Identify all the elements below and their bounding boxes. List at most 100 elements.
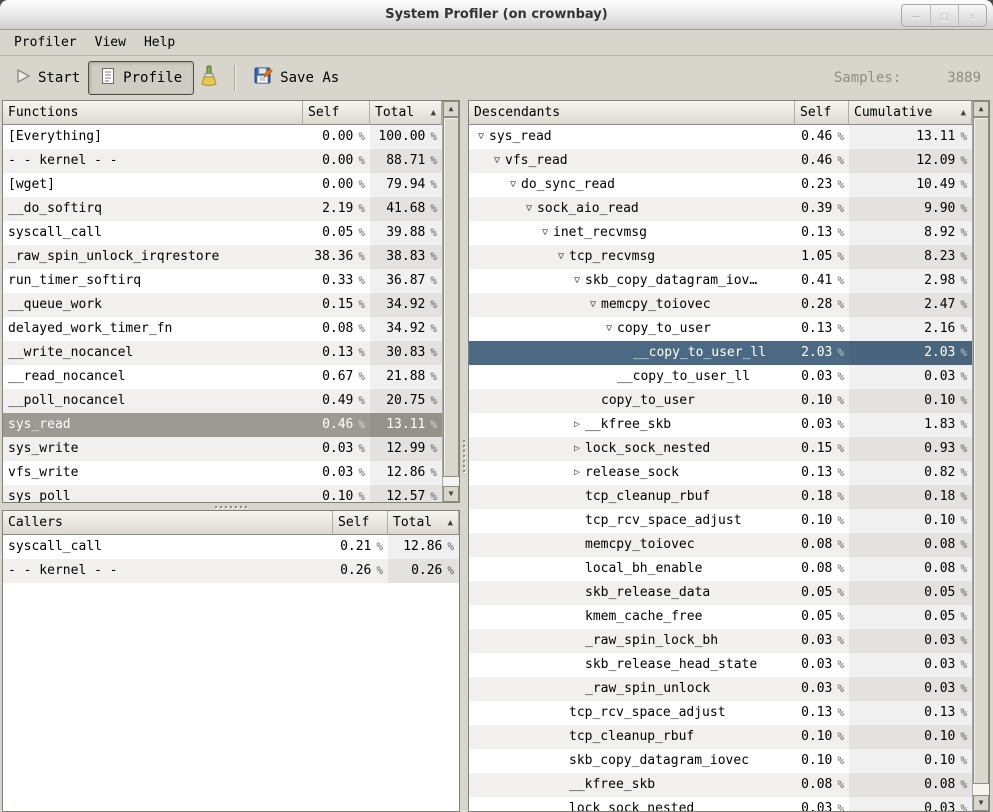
table-row[interactable]: vfs_write0.03%12.86% bbox=[3, 461, 442, 485]
table-row[interactable]: ▽tcp_recvmsg1.05%8.23% bbox=[469, 245, 972, 269]
table-row[interactable]: ▽vfs_read0.46%12.09% bbox=[469, 149, 972, 173]
self-column-header[interactable]: Self bbox=[795, 101, 849, 125]
table-row[interactable]: tcp_cleanup_rbuf0.18%0.18% bbox=[469, 485, 972, 509]
vertical-splitter[interactable] bbox=[460, 100, 468, 812]
table-row[interactable]: ▷__kfree_skb0.03%1.83% bbox=[469, 413, 972, 437]
titlebar[interactable]: System Profiler (on crownbay) – □ ✕ bbox=[0, 0, 993, 30]
table-row[interactable]: sys_read0.46%13.11% bbox=[3, 413, 442, 437]
save-as-button[interactable]: Save As bbox=[246, 60, 347, 95]
callers-column-header[interactable]: Callers bbox=[3, 511, 333, 535]
table-row[interactable]: __queue_work0.15%34.92% bbox=[3, 293, 442, 317]
table-row[interactable]: tcp_cleanup_rbuf0.10%0.10% bbox=[469, 725, 972, 749]
function-name: __queue_work bbox=[3, 293, 303, 317]
scrollbar-thumb[interactable] bbox=[443, 117, 459, 477]
percent-sign: % bbox=[353, 490, 365, 502]
scroll-up-button[interactable]: ▲ bbox=[443, 101, 459, 117]
table-row[interactable]: sys_poll0.10%12.57% bbox=[3, 485, 442, 502]
table-row[interactable]: ▽sock_aio_read0.39%9.90% bbox=[469, 197, 972, 221]
scroll-down-button[interactable]: ▼ bbox=[443, 486, 459, 502]
table-row[interactable]: __do_softirq2.19%41.68% bbox=[3, 197, 442, 221]
table-row[interactable]: ▷lock_sock_nested0.15%0.93% bbox=[469, 437, 972, 461]
table-row[interactable]: skb_release_head_state0.03%0.03% bbox=[469, 653, 972, 677]
percent-sign: % bbox=[425, 418, 437, 431]
expander-open-icon[interactable]: ▽ bbox=[473, 125, 489, 149]
scrollbar-thumb[interactable] bbox=[973, 117, 989, 784]
maximize-button[interactable]: □ bbox=[930, 5, 958, 26]
expander-open-icon[interactable]: ▽ bbox=[521, 197, 537, 221]
cumulative-column-header[interactable]: Cumulative▲ bbox=[849, 101, 972, 125]
total-column-header[interactable]: Total▲ bbox=[370, 101, 442, 125]
table-row[interactable]: _raw_spin_unlock0.03%0.03% bbox=[469, 677, 972, 701]
table-row[interactable]: ▽do_sync_read0.23%10.49% bbox=[469, 173, 972, 197]
table-row[interactable]: lock_sock_nested0.03%0.03% bbox=[469, 797, 972, 811]
table-row[interactable]: __read_nocancel0.67%21.88% bbox=[3, 365, 442, 389]
descendants-scrollbar[interactable]: ▲ ▼ bbox=[972, 101, 989, 811]
table-row[interactable]: run_timer_softirq0.33%36.87% bbox=[3, 269, 442, 293]
table-row[interactable]: local_bh_enable0.08%0.08% bbox=[469, 557, 972, 581]
self-column-header[interactable]: Self bbox=[303, 101, 370, 125]
table-row[interactable]: delayed_work_timer_fn0.08%34.92% bbox=[3, 317, 442, 341]
table-row[interactable]: ▽sys_read0.46%13.11% bbox=[469, 125, 972, 149]
table-row[interactable]: - - kernel - -0.00%88.71% bbox=[3, 149, 442, 173]
table-row[interactable]: ▽memcpy_toiovec0.28%2.47% bbox=[469, 293, 972, 317]
menu-view[interactable]: View bbox=[86, 31, 135, 54]
tree-name-cell: _raw_spin_unlock bbox=[469, 677, 795, 701]
table-row[interactable]: [wget]0.00%79.94% bbox=[3, 173, 442, 197]
table-row[interactable]: __write_nocancel0.13%30.83% bbox=[3, 341, 442, 365]
table-row[interactable]: ▽copy_to_user0.13%2.16% bbox=[469, 317, 972, 341]
total-column-header[interactable]: Total▲ bbox=[388, 511, 459, 535]
table-row[interactable]: [Everything]0.00%100.00% bbox=[3, 125, 442, 149]
expander-open-icon[interactable]: ▽ bbox=[585, 293, 601, 317]
table-row[interactable]: ▽skb_copy_datagram_iov…0.41%2.98% bbox=[469, 269, 972, 293]
percent-sign: % bbox=[832, 634, 844, 647]
expander-open-icon[interactable]: ▽ bbox=[505, 173, 521, 197]
table-row[interactable]: _raw_spin_lock_bh0.03%0.03% bbox=[469, 629, 972, 653]
function-name: [Everything] bbox=[3, 125, 303, 149]
expander-closed-icon[interactable]: ▷ bbox=[569, 461, 585, 485]
percent-sign: % bbox=[955, 202, 967, 215]
functions-scrollbar[interactable]: ▲ ▼ bbox=[442, 101, 459, 502]
expander-open-icon[interactable]: ▽ bbox=[601, 317, 617, 341]
table-row[interactable]: __copy_to_user_ll2.03%2.03% bbox=[469, 341, 972, 365]
table-row[interactable]: __copy_to_user_ll0.03%0.03% bbox=[469, 365, 972, 389]
table-row[interactable]: memcpy_toiovec0.08%0.08% bbox=[469, 533, 972, 557]
horizontal-splitter[interactable] bbox=[2, 503, 460, 510]
expander-open-icon[interactable]: ▽ bbox=[489, 149, 505, 173]
table-row[interactable]: skb_copy_datagram_iovec0.10%0.10% bbox=[469, 749, 972, 773]
table-row[interactable]: __kfree_skb0.08%0.08% bbox=[469, 773, 972, 797]
close-button[interactable]: ✕ bbox=[958, 5, 986, 26]
table-row[interactable]: copy_to_user0.10%0.10% bbox=[469, 389, 972, 413]
expander-open-icon[interactable]: ▽ bbox=[537, 221, 553, 245]
table-row[interactable]: syscall_call0.05%39.88% bbox=[3, 221, 442, 245]
table-row[interactable]: syscall_call0.21%12.86% bbox=[3, 535, 459, 559]
table-row[interactable]: tcp_rcv_space_adjust0.10%0.10% bbox=[469, 509, 972, 533]
profile-toggle-button[interactable]: Profile bbox=[88, 61, 194, 95]
descendants-column-header[interactable]: Descendants bbox=[469, 101, 795, 125]
expander-spacer bbox=[569, 485, 585, 509]
menu-help[interactable]: Help bbox=[135, 31, 184, 54]
reset-button[interactable] bbox=[194, 61, 224, 95]
table-row[interactable]: _raw_spin_unlock_irqrestore38.36%38.83% bbox=[3, 245, 442, 269]
table-row[interactable]: kmem_cache_free0.05%0.05% bbox=[469, 605, 972, 629]
start-button[interactable]: Start bbox=[8, 62, 88, 94]
expander-closed-icon[interactable]: ▷ bbox=[569, 437, 585, 461]
table-row[interactable]: sys_write0.03%12.99% bbox=[3, 437, 442, 461]
table-row[interactable]: __poll_nocancel0.49%20.75% bbox=[3, 389, 442, 413]
menu-profiler[interactable]: Profiler bbox=[5, 31, 86, 54]
scroll-up-button[interactable]: ▲ bbox=[973, 101, 989, 117]
expander-open-icon[interactable]: ▽ bbox=[553, 245, 569, 269]
table-row[interactable]: tcp_rcv_space_adjust0.13%0.13% bbox=[469, 701, 972, 725]
expander-open-icon[interactable]: ▽ bbox=[569, 269, 585, 293]
scroll-down-button[interactable]: ▼ bbox=[973, 795, 989, 811]
self-column-header[interactable]: Self bbox=[333, 511, 388, 535]
table-row[interactable]: ▽inet_recvmsg0.13%8.92% bbox=[469, 221, 972, 245]
functions-column-header[interactable]: Functions bbox=[3, 101, 303, 125]
percent-sign: % bbox=[955, 586, 967, 599]
table-row[interactable]: ▷release_sock0.13%0.82% bbox=[469, 461, 972, 485]
expander-spacer bbox=[569, 653, 585, 677]
minimize-button[interactable]: – bbox=[902, 5, 930, 26]
table-row[interactable]: skb_release_data0.05%0.05% bbox=[469, 581, 972, 605]
expander-closed-icon[interactable]: ▷ bbox=[569, 413, 585, 437]
table-row[interactable]: - - kernel - -0.26%0.26% bbox=[3, 559, 459, 583]
percent-sign: % bbox=[425, 490, 437, 502]
